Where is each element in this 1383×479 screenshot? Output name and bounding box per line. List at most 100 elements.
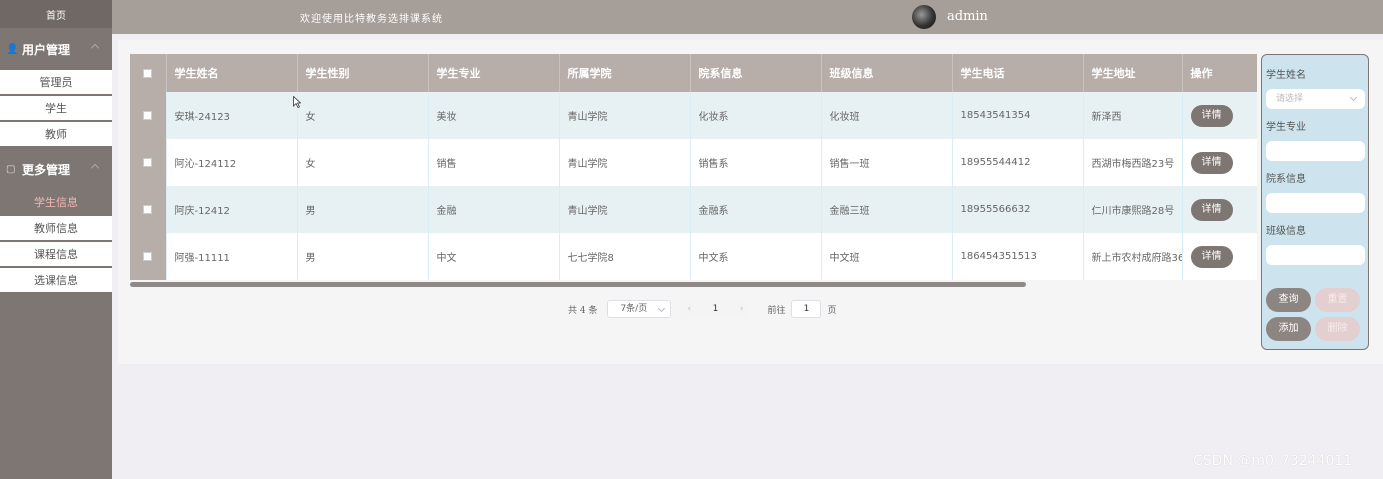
- cell-name: 安琪-24123: [166, 92, 298, 139]
- cell-gender: 女: [297, 139, 429, 186]
- cell-address: 西湖市梅西路23号: [1083, 139, 1183, 186]
- sidebar-item-student-info[interactable]: 学生信息: [0, 190, 112, 214]
- sidebar-item-course-info[interactable]: 课程信息: [0, 242, 112, 266]
- cell-gender: 男: [297, 233, 429, 280]
- cell-address: 新泽西: [1083, 92, 1183, 139]
- cell-name: 阿沁-124112: [166, 139, 298, 186]
- cell-department: 金融系: [690, 186, 822, 233]
- student-table-wrapper: 学生姓名 学生性别 学生专业 所属学院 院系信息 班级信息 学生电话 学生地址 …: [130, 54, 1257, 282]
- cell-phone: 18955544412: [952, 139, 1084, 186]
- cell-actions: 详情: [1182, 186, 1257, 233]
- column-header[interactable]: 学生电话: [952, 54, 1084, 92]
- row-checkbox[interactable]: [143, 251, 153, 261]
- column-header[interactable]: 学生姓名: [166, 54, 298, 92]
- user-icon: 👤: [6, 44, 19, 55]
- delete-button[interactable]: 删除: [1315, 317, 1360, 341]
- detail-button[interactable]: 详情: [1190, 151, 1233, 174]
- table-row[interactable]: 阿沁-124112 女 销售 青山学院 销售系 销售一班 18955544412…: [130, 139, 1257, 186]
- top-header: 欢迎使用比特教务选排课系统 admin: [112, 0, 1383, 34]
- row-checkbox-cell: [130, 92, 167, 139]
- table-row[interactable]: 阿强-11111 男 中文 七七学院8 中文系 中文班 186454351513…: [130, 233, 1257, 280]
- username[interactable]: admin: [947, 9, 988, 24]
- sidebar-item-teacher[interactable]: 教师: [0, 122, 112, 146]
- cell-address: 新上市农村成府路36号: [1083, 233, 1183, 280]
- sidebar-group-label: 更多管理: [22, 162, 71, 177]
- pagination: 共 4 条 7条/页 ‹ 1 › 前往 1 页: [568, 299, 836, 319]
- table-row[interactable]: 阿庆-12412 男 金融 青山学院 金融系 金融三班 18955566632 …: [130, 186, 1257, 233]
- department-label: 院系信息: [1266, 174, 1306, 185]
- student-major-input[interactable]: [1266, 141, 1365, 161]
- sidebar-item-teacher-info[interactable]: 教师信息: [0, 216, 112, 240]
- cell-major: 中文: [428, 233, 560, 280]
- page-size-select[interactable]: 7条/页: [607, 300, 672, 318]
- cell-name: 阿强-11111: [166, 233, 298, 280]
- sidebar-home[interactable]: 首页: [0, 0, 112, 28]
- column-header[interactable]: 院系信息: [690, 54, 822, 92]
- document-icon: ▢: [6, 164, 16, 175]
- watermark: CSDN @m0_73244011: [1193, 453, 1353, 469]
- page-nav: ‹ 1 ›: [681, 300, 750, 318]
- main-content: 学生姓名 学生性别 学生专业 所属学院 院系信息 班级信息 学生电话 学生地址 …: [118, 40, 1383, 364]
- sidebar-group-user-management[interactable]: 👤 用户管理: [0, 28, 112, 70]
- column-header: 操作: [1182, 54, 1257, 92]
- row-checkbox[interactable]: [143, 204, 153, 214]
- welcome-text: 欢迎使用比特教务选排课系统: [300, 14, 443, 25]
- column-header[interactable]: 学生性别: [297, 54, 429, 92]
- cell-actions: 详情: [1182, 233, 1257, 280]
- cell-department: 中文系: [690, 233, 822, 280]
- row-checkbox-cell: [130, 139, 167, 186]
- cell-college: 青山学院: [559, 186, 691, 233]
- column-header[interactable]: 所属学院: [559, 54, 691, 92]
- cell-major: 美妆: [428, 92, 560, 139]
- cell-actions: 详情: [1182, 139, 1257, 186]
- student-name-select[interactable]: 请选择: [1266, 89, 1365, 109]
- student-name-label: 学生姓名: [1266, 70, 1306, 81]
- cell-gender: 男: [297, 186, 429, 233]
- goto-page-input[interactable]: 1: [791, 300, 822, 318]
- sidebar: 首页 👤 用户管理 管理员 学生 教师 ▢ 更多管理 学生信息 教师信息 课程信…: [0, 0, 112, 479]
- sidebar-item-selection-info[interactable]: 选课信息: [0, 268, 112, 292]
- sidebar-item-admin[interactable]: 管理员: [0, 70, 112, 94]
- class-input[interactable]: [1266, 245, 1365, 265]
- column-header[interactable]: 学生地址: [1083, 54, 1183, 92]
- student-major-label: 学生专业: [1266, 122, 1306, 133]
- prev-page-icon[interactable]: ‹: [687, 304, 691, 314]
- row-checkbox[interactable]: [143, 110, 153, 120]
- query-button[interactable]: 查询: [1266, 288, 1311, 312]
- select-all-checkbox[interactable]: [143, 69, 153, 78]
- row-checkbox-cell: [130, 233, 167, 280]
- mouse-cursor-icon: [293, 96, 301, 108]
- sidebar-item-student[interactable]: 学生: [0, 96, 112, 120]
- horizontal-scrollbar[interactable]: [130, 282, 1026, 287]
- table-header-row: 学生姓名 学生性别 学生专业 所属学院 院系信息 班级信息 学生电话 学生地址 …: [130, 54, 1257, 92]
- cell-college: 青山学院: [559, 139, 691, 186]
- row-checkbox[interactable]: [143, 157, 153, 167]
- search-panel: 学生姓名 请选择 学生专业 院系信息 班级信息 查询 重置 添加 删除: [1261, 54, 1369, 350]
- cell-department: 销售系: [690, 139, 822, 186]
- cell-phone: 186454351513: [952, 233, 1084, 280]
- cell-actions: 详情: [1182, 92, 1257, 139]
- current-page[interactable]: 1: [713, 304, 719, 314]
- add-button[interactable]: 添加: [1266, 317, 1311, 341]
- goto-label: 前往: [767, 305, 786, 316]
- cell-address: 仁川市康熙路28号: [1083, 186, 1183, 233]
- cell-phone: 18543541354: [952, 92, 1084, 139]
- cell-class: 销售一班: [821, 139, 953, 186]
- sidebar-group-more-management[interactable]: ▢ 更多管理: [0, 148, 112, 190]
- next-page-icon[interactable]: ›: [740, 304, 744, 314]
- column-header[interactable]: 班级信息: [821, 54, 953, 92]
- cell-major: 销售: [428, 139, 560, 186]
- detail-button[interactable]: 详情: [1190, 198, 1233, 221]
- reset-button[interactable]: 重置: [1315, 288, 1360, 312]
- cell-gender: 女: [297, 92, 429, 139]
- avatar[interactable]: [912, 5, 936, 29]
- cell-class: 金融三班: [821, 186, 953, 233]
- row-checkbox-cell: [130, 186, 167, 233]
- column-header[interactable]: 学生专业: [428, 54, 560, 92]
- page-suffix: 页: [827, 305, 837, 316]
- department-input[interactable]: [1266, 193, 1365, 213]
- detail-button[interactable]: 详情: [1190, 245, 1233, 268]
- chevron-up-icon: [90, 43, 100, 53]
- pagination-total: 共 4 条: [568, 305, 598, 316]
- detail-button[interactable]: 详情: [1190, 104, 1233, 127]
